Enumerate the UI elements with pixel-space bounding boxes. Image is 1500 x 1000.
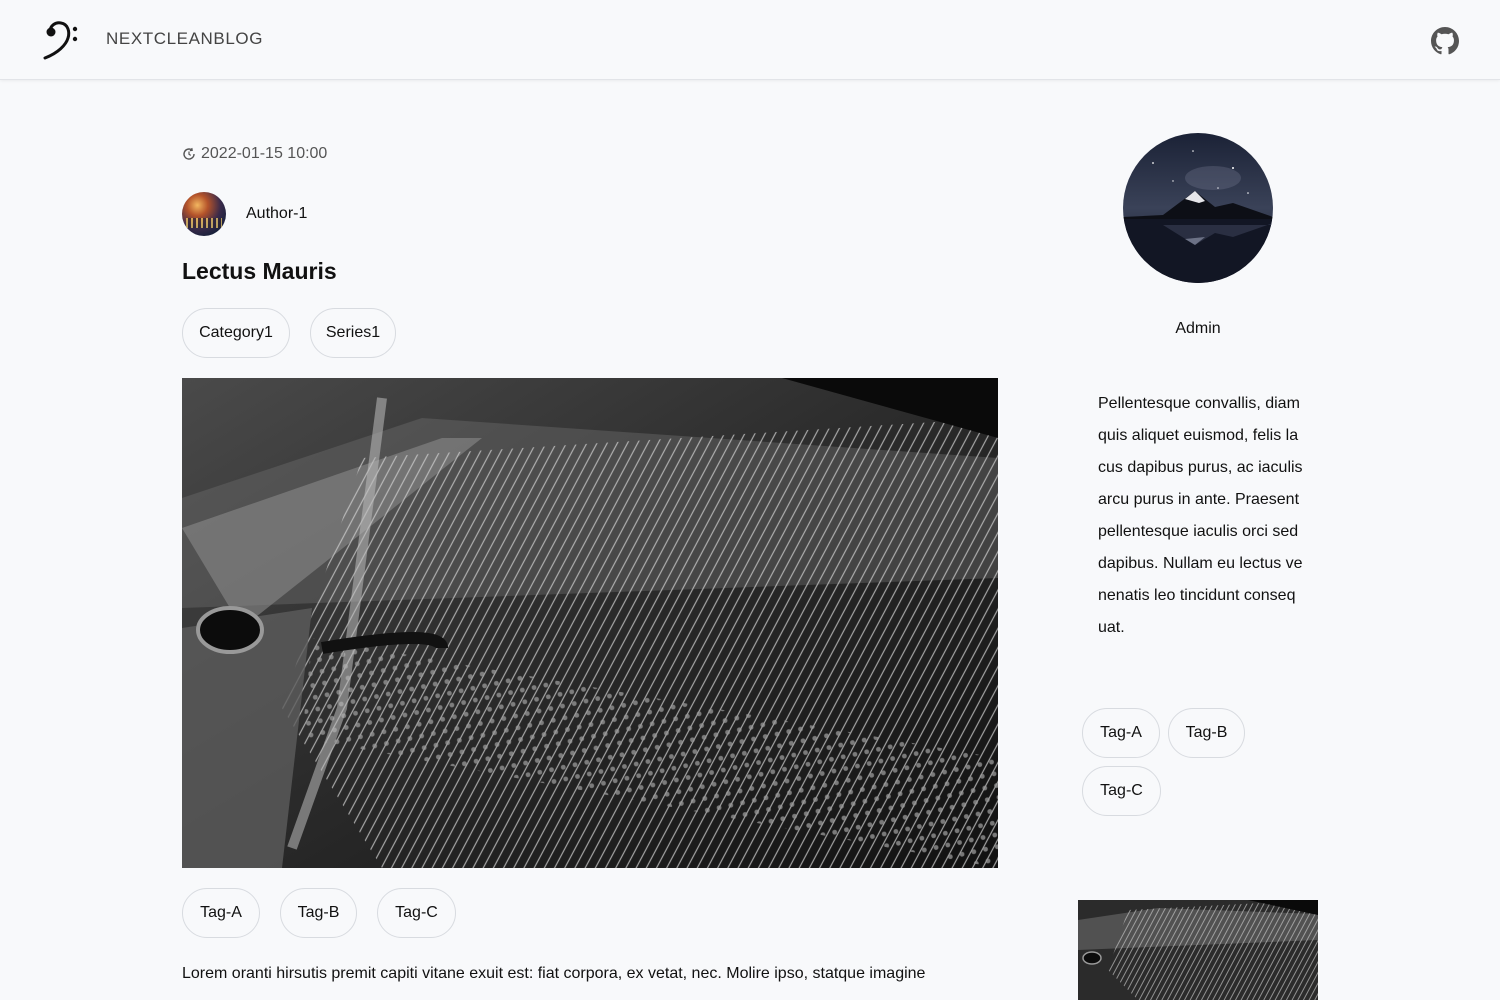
sidebar-tag-b[interactable]: Tag-B — [1168, 708, 1245, 758]
sidebar-tag-a[interactable]: Tag-A — [1082, 708, 1160, 758]
post-title: Lectus Mauris — [182, 258, 337, 284]
github-icon[interactable] — [1431, 27, 1459, 55]
post-tag-b[interactable]: Tag-B — [280, 888, 357, 938]
site-header: NEXTCLEANBLOG — [0, 0, 1500, 80]
author-avatar[interactable] — [182, 192, 226, 236]
sidebar-tag-c[interactable]: Tag-C — [1082, 766, 1161, 816]
post-hero-image — [182, 378, 998, 868]
post-body: Lorem oranti hirsutis premit capiti vita… — [182, 965, 926, 982]
site-brand[interactable]: NEXTCLEANBLOG — [106, 29, 263, 49]
category-chip[interactable]: Category1 — [182, 308, 290, 358]
series-chip[interactable]: Series1 — [310, 308, 396, 358]
bass-clef-icon[interactable] — [42, 20, 80, 60]
author-name[interactable]: Author-1 — [246, 205, 307, 223]
post-tag-c[interactable]: Tag-C — [377, 888, 456, 938]
sidebar-bio: Pellentesque convallis, diam quis alique… — [1098, 395, 1303, 636]
post-tag-a[interactable]: Tag-A — [182, 888, 260, 938]
sidebar-post-thumbnail[interactable] — [1078, 900, 1318, 1000]
post-date-text: 2022-01-15 10:00 — [201, 145, 328, 162]
clock-icon — [182, 147, 196, 161]
post-date: 2022-01-15 10:00 — [182, 145, 327, 163]
sidebar-admin-name: Admin — [1175, 320, 1221, 337]
post-author[interactable]: Author-1 — [182, 192, 307, 236]
profile-avatar — [1123, 133, 1273, 283]
